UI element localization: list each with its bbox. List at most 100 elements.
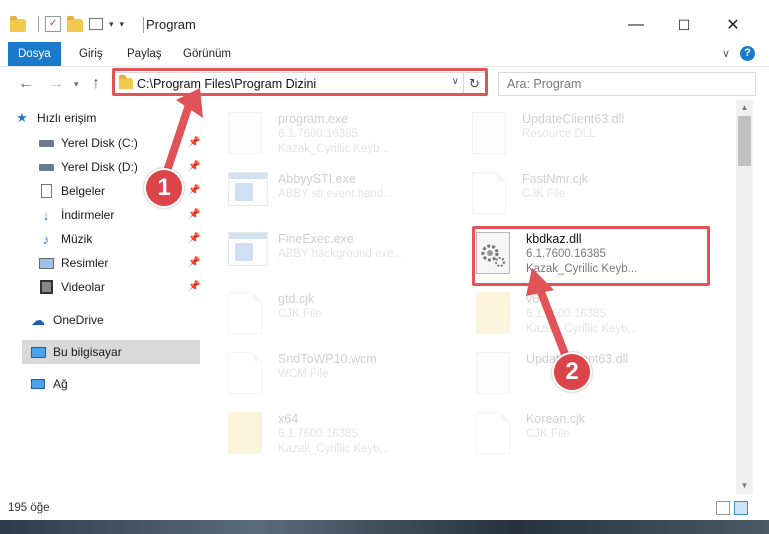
file-detail: 6.1.7600.16385 xyxy=(278,128,358,140)
file-item[interactable]: SndToWP10.wcm WCM File xyxy=(228,346,468,402)
up-arrow-icon[interactable]: ↑ xyxy=(92,75,100,93)
help-icon[interactable]: ? xyxy=(740,46,755,61)
file-detail: CJK File xyxy=(522,188,566,200)
file-detail: 6.1.7600.16385 xyxy=(278,428,358,440)
file-name: program.exe xyxy=(278,112,349,126)
file-detail: Resource DLL xyxy=(522,128,596,140)
sidebar-item-quick-access[interactable]: ★ Hızlı erişim xyxy=(14,106,96,130)
file-detail: CJK File xyxy=(526,428,570,440)
vertical-scrollbar[interactable]: ▲ ▼ xyxy=(736,100,753,494)
file-name: UpdateClient63.dll xyxy=(522,112,625,126)
file-item[interactable]: UpdateClient63.dll Resource DLL xyxy=(472,106,712,162)
file-name: x64 xyxy=(278,412,299,426)
recent-locations-icon[interactable]: ▾ xyxy=(74,79,79,90)
chevron-down-icon[interactable]: ▾ xyxy=(109,19,114,30)
file-item[interactable]: FastNmr.cjk CJK File xyxy=(472,166,712,222)
download-icon: ↓ xyxy=(42,207,50,223)
scroll-down-icon[interactable]: ▼ xyxy=(736,478,753,494)
details-view-icon[interactable] xyxy=(716,501,730,515)
sidebar-item-label: Videolar xyxy=(61,280,105,294)
exe-file-icon xyxy=(228,232,268,276)
window-title: Program xyxy=(146,17,196,32)
new-folder-icon[interactable] xyxy=(67,16,83,32)
pin-icon[interactable]: 📌 xyxy=(188,185,200,196)
drive-icon xyxy=(38,135,54,151)
callout-number-1: 1 xyxy=(144,168,184,208)
file-name: SndToWP10.wcm xyxy=(278,352,377,366)
tab-home[interactable]: Giriş xyxy=(79,42,103,66)
file-name: v6 xyxy=(526,292,540,306)
pin-icon[interactable]: 📌 xyxy=(188,281,200,292)
music-icon: ♪ xyxy=(42,231,50,247)
sidebar-item-downloads[interactable]: ↓ İndirmeler xyxy=(38,203,115,227)
file-item[interactable]: x64 6.1.7600.16385 Kazak_Cyrillic Keyb..… xyxy=(228,406,468,462)
sidebar-item-this-pc[interactable]: Bu bilgisayar xyxy=(22,340,200,364)
pin-icon[interactable]: 📌 xyxy=(188,257,200,268)
separator xyxy=(143,17,144,33)
pin-icon[interactable]: 📌 xyxy=(188,209,200,220)
customize-toolbar-icon[interactable]: ▾ xyxy=(120,19,125,30)
file-item[interactable]: FineExec.exe ABBY background exe... xyxy=(228,226,468,282)
tab-share[interactable]: Paylaş xyxy=(127,42,162,66)
sidebar-item-label: Hızlı erişim xyxy=(37,111,97,125)
file-name: FastNmr.cjk xyxy=(522,172,588,186)
search-input[interactable]: Ara: Program xyxy=(498,72,756,96)
back-arrow-icon[interactable]: ← xyxy=(18,75,34,93)
forward-arrow-icon[interactable]: → xyxy=(48,75,64,93)
pin-icon[interactable]: 📌 xyxy=(188,161,200,172)
ribbon-tabs: Dosya Giriş Paylaş Görünüm ∨ ? xyxy=(0,42,769,66)
file-item[interactable]: AbbyySTI.exe ABBY sti event hand... xyxy=(228,166,468,222)
file-item[interactable]: gtd.cjk CJK File xyxy=(228,286,468,342)
sidebar-item-label: Yerel Disk (D:) xyxy=(61,160,138,174)
sidebar-item-label: OneDrive xyxy=(53,313,104,327)
properties-icon[interactable]: ✓ xyxy=(45,16,61,32)
scroll-up-icon[interactable]: ▲ xyxy=(736,100,753,116)
tab-view[interactable]: Görünüm xyxy=(183,42,231,66)
document-file-icon xyxy=(228,352,268,396)
file-name: gtd.cjk xyxy=(278,292,315,306)
file-item[interactable]: program.exe 6.1.7600.16385 Kazak_Cyrilli… xyxy=(228,106,468,162)
computer-icon xyxy=(30,344,46,360)
sidebar-item-documents[interactable]: Belgeler xyxy=(38,179,105,203)
search-placeholder: Ara: Program xyxy=(507,77,582,91)
document-file-icon xyxy=(476,412,516,456)
large-icons-view-icon[interactable] xyxy=(734,501,748,515)
folder-icon xyxy=(228,412,268,456)
sidebar-item-label: İndirmeler xyxy=(61,208,115,222)
file-list: program.exe 6.1.7600.16385 Kazak_Cyrilli… xyxy=(204,100,736,494)
file-name: Korean.cjk xyxy=(526,412,586,426)
folder-icon xyxy=(476,292,516,336)
file-detail: CJK File xyxy=(278,308,322,320)
pin-icon[interactable]: 📌 xyxy=(188,137,200,148)
document-file-icon xyxy=(228,292,268,336)
highlight-box-file xyxy=(472,226,710,286)
file-detail: WCM File xyxy=(278,368,329,380)
file-item[interactable]: Korean.cjk CJK File xyxy=(476,406,716,462)
file-item[interactable]: UpdateClient63.dll xyxy=(476,346,716,402)
sidebar-item-label: Müzik xyxy=(61,232,93,246)
file-detail: ABBY background exe... xyxy=(278,248,404,260)
scroll-thumb[interactable] xyxy=(738,116,751,166)
pin-icon[interactable]: 📌 xyxy=(188,233,200,244)
sidebar-item-disk-c[interactable]: Yerel Disk (C:) xyxy=(38,131,204,155)
status-bar: 195 öğe xyxy=(0,498,769,520)
sidebar-item-onedrive[interactable]: ☁ OneDrive xyxy=(30,308,104,332)
sidebar-item-disk-d[interactable]: Yerel Disk (D:) xyxy=(38,155,138,179)
expand-ribbon-icon[interactable]: ∨ xyxy=(722,47,730,60)
file-item[interactable]: v6 6.1.7600.16385 Kazak_Cyrillic Keyb... xyxy=(476,286,716,342)
item-count: 195 öğe xyxy=(8,502,50,514)
documents-icon xyxy=(38,183,54,199)
file-detail: Kazak_Cyrillic Keyb... xyxy=(526,323,638,335)
sidebar-item-pictures[interactable]: Resimler xyxy=(38,251,108,275)
sidebar-item-music[interactable]: ♪ Müzik xyxy=(38,227,93,251)
sidebar-item-network[interactable]: Ağ xyxy=(30,372,68,396)
file-detail: Kazak_Cyrillic Keyb... xyxy=(278,443,390,455)
navigation-pane: ★ Hızlı erişim Yerel Disk (C:) 📌 Yerel D… xyxy=(0,100,204,494)
exe-file-icon xyxy=(228,172,268,216)
separator xyxy=(38,16,39,32)
pictures-icon xyxy=(38,255,54,271)
tab-file[interactable]: Dosya xyxy=(8,42,61,66)
desktop-background xyxy=(0,520,769,534)
sidebar-item-videos[interactable]: Videolar xyxy=(38,275,105,299)
view-options-icon[interactable] xyxy=(89,18,103,30)
